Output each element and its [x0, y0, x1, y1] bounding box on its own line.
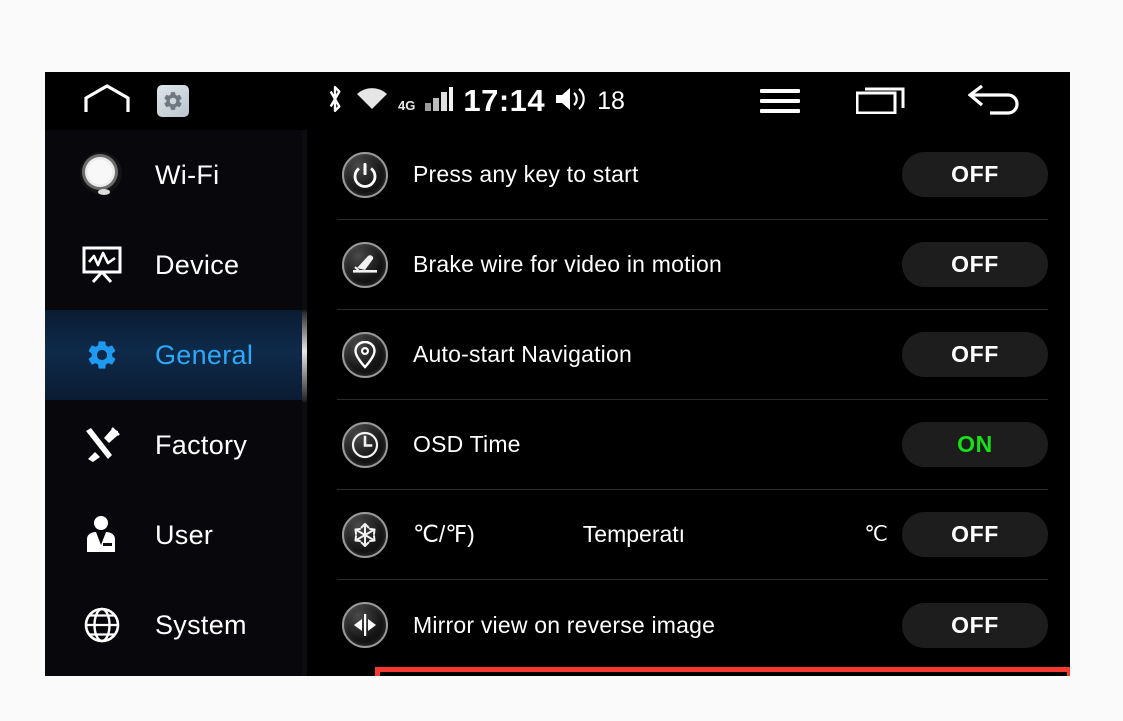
- sidebar-item-user[interactable]: User: [45, 490, 307, 580]
- sidebar-item-system[interactable]: System: [45, 580, 307, 670]
- settings-list: Press any key to start OFF Brake wire fo…: [307, 130, 1070, 676]
- sidebar-item-label: Device: [155, 249, 240, 280]
- status-bar-right-group: [760, 82, 1070, 121]
- snowflake-icon: [337, 511, 393, 558]
- volume-icon: [554, 85, 588, 118]
- toggle-temperature-unit[interactable]: OFF: [902, 512, 1048, 557]
- settings-row-mirror-view[interactable]: Mirror view on reverse image OFF: [337, 580, 1048, 670]
- toggle-osd-time[interactable]: ON: [902, 422, 1048, 467]
- status-bar-clock: 17:14: [463, 83, 546, 118]
- clock-icon: [337, 421, 393, 468]
- sidebar-item-label: Factory: [155, 429, 248, 460]
- settings-row-temperature-unit[interactable]: ℃/℉) Temperatı ℃ OFF: [337, 490, 1048, 580]
- status-bar: 4G 17:14 18: [45, 72, 1070, 130]
- status-bar-center-group: 4G 17:14 18: [189, 83, 760, 119]
- panel-body: Wi-Fi Device General Factory User System…: [45, 130, 1070, 676]
- settings-row-label: Press any key to start: [413, 161, 639, 187]
- mirror-view-icon: [337, 602, 393, 648]
- back-arrow-icon[interactable]: [967, 82, 1026, 121]
- brake-icon: [337, 241, 393, 288]
- settings-row-brake-wire[interactable]: Brake wire for video in motion OFF: [337, 220, 1048, 310]
- sidebar-item-factory[interactable]: Factory: [45, 400, 307, 490]
- temperature-mid-label: Temperatı: [582, 521, 686, 547]
- settings-row-auto-start-navigation[interactable]: Auto-start Navigation OFF: [337, 310, 1048, 400]
- bluetooth-icon: [324, 84, 346, 119]
- sidebar-item-general[interactable]: General: [45, 310, 307, 400]
- sidebar-item-label: User: [155, 519, 214, 550]
- sidebar-item-label: System: [155, 609, 247, 640]
- toggle-auto-start-navigation[interactable]: OFF: [902, 332, 1048, 377]
- network-type-label: 4G: [398, 98, 416, 113]
- recent-apps-icon[interactable]: [855, 84, 912, 119]
- wifi-icon: [355, 86, 389, 117]
- sidebar-item-label: Wi-Fi: [155, 159, 220, 190]
- toggle-brake-wire[interactable]: OFF: [902, 242, 1048, 287]
- location-pin-icon: [337, 331, 393, 378]
- settings-row-label: Brake wire for video in motion: [413, 251, 722, 277]
- power-icon: [337, 151, 393, 198]
- temperature-current-unit: ℃: [864, 523, 888, 546]
- user-icon: [71, 515, 133, 555]
- cellular-signal-icon: [424, 86, 454, 117]
- sidebar-item-device[interactable]: Device: [45, 220, 307, 310]
- device-icon: [71, 246, 133, 284]
- settings-gear-icon[interactable]: [157, 85, 189, 117]
- wifi-knob-icon: [71, 147, 133, 203]
- toggle-mirror-view[interactable]: OFF: [902, 602, 1048, 648]
- status-bar-left-group: [45, 83, 189, 119]
- gear-icon: [71, 338, 133, 372]
- sidebar-item-wifi[interactable]: Wi-Fi: [45, 130, 307, 220]
- menu-icon[interactable]: [760, 89, 800, 113]
- settings-row-osd-time[interactable]: OSD Time ON: [337, 400, 1048, 490]
- tools-icon: [71, 425, 133, 465]
- settings-row-label: OSD Time: [413, 431, 521, 457]
- temperature-unit-label: ℃/℉): [413, 521, 475, 547]
- globe-icon: [71, 606, 133, 644]
- settings-row-label: Mirror view on reverse image: [413, 611, 716, 638]
- car-head-unit-screen: 4G 17:14 18 Wi-Fi Device General Factory…: [45, 72, 1070, 676]
- settings-sidebar: Wi-Fi Device General Factory User System: [45, 130, 307, 676]
- toggle-press-any-key[interactable]: OFF: [902, 152, 1048, 197]
- sidebar-item-label: General: [155, 339, 254, 370]
- volume-level-label: 18: [597, 86, 625, 115]
- home-icon[interactable]: [83, 83, 131, 119]
- settings-row-label: Auto-start Navigation: [413, 341, 632, 367]
- settings-row-press-any-key[interactable]: Press any key to start OFF: [337, 130, 1048, 220]
